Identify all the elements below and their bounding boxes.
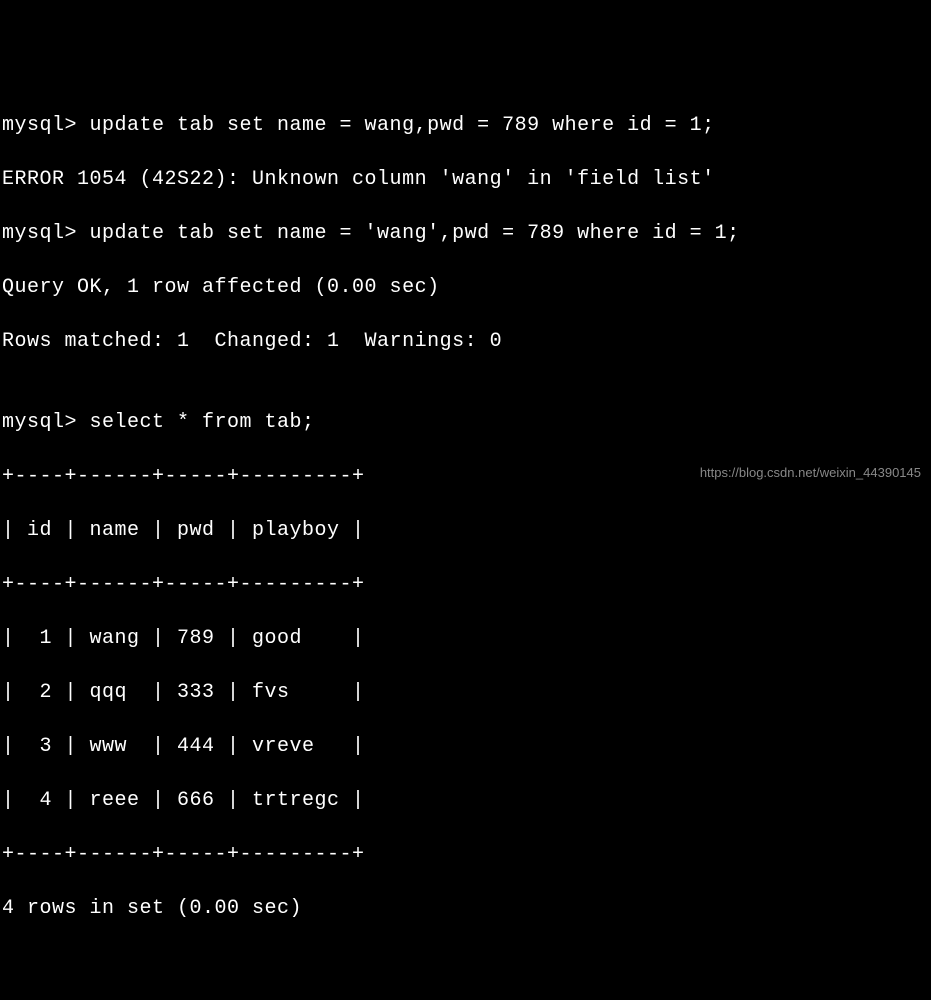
terminal-line-error: ERROR 1054 (42S22): Unknown column 'wang… bbox=[2, 166, 929, 193]
terminal-line-table-row: | 3 | www | 444 | vreve | bbox=[2, 733, 929, 760]
terminal-line-table-header: | id | name | pwd | playboy | bbox=[2, 517, 929, 544]
terminal-line-table-border-bottom: +----+------+-----+---------+ bbox=[2, 841, 929, 868]
terminal-line-table-row: | 2 | qqq | 333 | fvs | bbox=[2, 679, 929, 706]
terminal-line-table-row: | 1 | wang | 789 | good | bbox=[2, 625, 929, 652]
terminal-line-command-2: mysql> update tab set name = 'wang',pwd … bbox=[2, 220, 929, 247]
terminal-line-rows-matched: Rows matched: 1 Changed: 1 Warnings: 0 bbox=[2, 328, 929, 355]
terminal-line-command-1: mysql> update tab set name = wang,pwd = … bbox=[2, 112, 929, 139]
terminal-line-command-3: mysql> select * from tab; bbox=[2, 409, 929, 436]
terminal-line-table-border-mid: +----+------+-----+---------+ bbox=[2, 571, 929, 598]
watermark-url: https://blog.csdn.net/weixin_44390145 bbox=[700, 464, 921, 482]
terminal-line-result-summary: 4 rows in set (0.00 sec) bbox=[2, 895, 929, 922]
terminal-line-query-ok: Query OK, 1 row affected (0.00 sec) bbox=[2, 274, 929, 301]
terminal-line-table-row: | 4 | reee | 666 | trtregc | bbox=[2, 787, 929, 814]
